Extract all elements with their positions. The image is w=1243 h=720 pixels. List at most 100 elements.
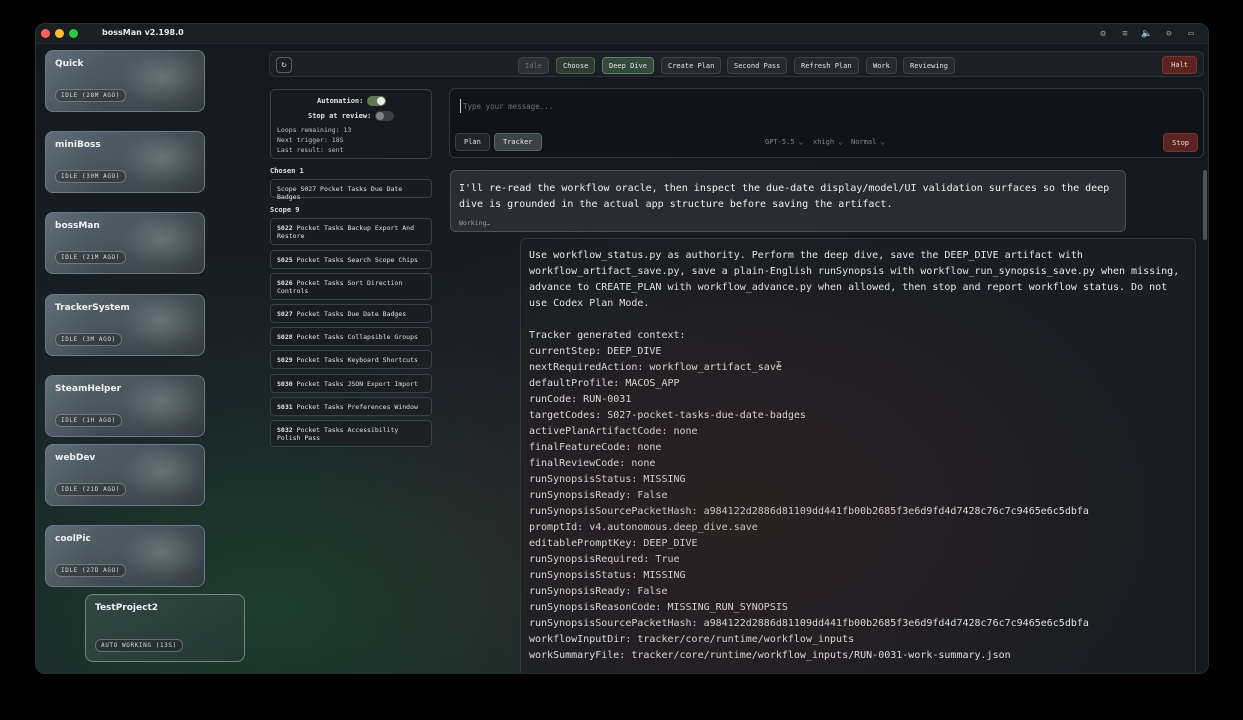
chat-icon[interactable]: ▭	[1184, 27, 1198, 41]
scope-code: S029	[277, 356, 293, 364]
project-card-trackersystem[interactable]: TrackerSystem IDLE (3M AGO)	[45, 294, 205, 356]
automation-toggle[interactable]	[367, 96, 386, 106]
project-status-badge: IDLE (21D AGO)	[55, 483, 126, 496]
project-card-coolpic[interactable]: coolPic IDLE (27D AGO)	[45, 525, 205, 587]
scope-code: S030	[277, 380, 293, 388]
project-status-badge: IDLE (21M AGO)	[55, 251, 126, 264]
scope-code: S027	[277, 310, 293, 318]
scope-code: S025	[277, 256, 293, 264]
project-card-miniboss[interactable]: miniBoss IDLE (30M AGO)	[45, 131, 205, 193]
scope-text: Pocket Tasks Search Scope Chips	[296, 256, 418, 264]
next-trigger: Next trigger: 18S	[277, 136, 344, 144]
project-name: TestProject2	[95, 603, 159, 613]
assistant-message-text: I'll re-read the workflow oracle, then i…	[459, 183, 1110, 210]
scope-code: S032	[277, 426, 293, 434]
effort-select[interactable]: xhigh ⌄	[813, 138, 843, 146]
list-icon[interactable]: ≡	[1118, 27, 1132, 41]
app-window: bossMan v2.198.0 ⚙ ≡ 🔈 ⊖ ▭ Quick IDLE (2…	[35, 23, 1209, 674]
minus-circle-icon[interactable]: ⊖	[1162, 27, 1176, 41]
step-idle-button[interactable]: Idle	[518, 57, 549, 74]
scope-item[interactable]: S025 Pocket Tasks Search Scope Chips	[270, 250, 432, 269]
project-art	[90, 132, 204, 192]
project-card-webdev[interactable]: webDev IDLE (21D AGO)	[45, 444, 205, 506]
project-card-bossman[interactable]: bossMan IDLE (21M AGO)	[45, 212, 205, 274]
user-message: Use workflow_status.py as authority. Per…	[520, 238, 1196, 673]
working-indicator: Working…	[459, 219, 491, 227]
titlebar-icons: ⚙ ≡ 🔈 ⊖ ▭	[1096, 27, 1198, 41]
scope-text: Pocket Tasks Collapsible Groups	[296, 333, 418, 341]
step-refresh-plan-button[interactable]: Refresh Plan	[794, 57, 859, 74]
scope-code: S022	[277, 224, 293, 232]
composer: Plan Tracker GPT-5.5 ⌄ xhigh ⌄ Normal ⌄ …	[449, 88, 1204, 158]
project-art	[90, 213, 204, 273]
project-status-badge: IDLE (3M AGO)	[55, 333, 122, 346]
model-value: GPT-5.5	[765, 138, 795, 146]
project-status-badge: IDLE (28M AGO)	[55, 89, 126, 102]
scope-item[interactable]: S026 Pocket Tasks Sort Direction Control…	[270, 273, 432, 300]
scrollbar-thumb[interactable]	[1203, 170, 1207, 240]
refresh-icon[interactable]: ↻	[276, 57, 292, 73]
message-input[interactable]	[460, 99, 960, 113]
project-name: bossMan	[55, 221, 100, 231]
model-select[interactable]: GPT-5.5 ⌄	[765, 138, 803, 146]
step-choose-button[interactable]: Choose	[556, 57, 596, 74]
speed-select[interactable]: Normal ⌄	[851, 138, 885, 146]
scope-item[interactable]: S031 Pocket Tasks Preferences Window	[270, 397, 432, 416]
scope-item[interactable]: S027 Pocket Tasks Due Date Badges	[270, 304, 432, 323]
project-card-quick[interactable]: Quick IDLE (28M AGO)	[45, 50, 205, 112]
chosen-item[interactable]: Scope S027 Pocket Tasks Due Date Badges	[270, 179, 432, 201]
speed-value: Normal	[851, 138, 877, 146]
project-status-badge: IDLE (27D AGO)	[55, 564, 126, 577]
speaker-icon[interactable]: 🔈	[1140, 27, 1154, 41]
project-status-badge: IDLE (1H AGO)	[55, 414, 122, 427]
scope-code: S031	[277, 403, 293, 411]
workflow-toolbar: ↻ Idle Choose Deep Dive Create Plan Seco…	[269, 51, 1204, 77]
scope-item[interactable]: S032 Pocket Tasks Accessibility Polish P…	[270, 420, 432, 447]
minimize-window-button[interactable]	[55, 29, 64, 38]
tracker-mode-button[interactable]: Tracker	[494, 133, 542, 151]
project-card-steamhelper[interactable]: SteamHelper IDLE (1H AGO)	[45, 375, 205, 437]
project-status-badge: IDLE (30M AGO)	[55, 170, 126, 183]
scope-item[interactable]: S029 Pocket Tasks Keyboard Shortcuts	[270, 350, 432, 369]
scope-text: Pocket Tasks Preferences Window	[296, 403, 418, 411]
project-status-badge: AUTO WORKING (13S)	[95, 639, 183, 652]
gear-icon[interactable]: ⚙	[1096, 27, 1110, 41]
automation-label: Automation:	[317, 97, 364, 105]
step-second-pass-button[interactable]: Second Pass	[727, 57, 788, 74]
step-create-plan-button[interactable]: Create Plan	[661, 57, 722, 74]
halt-button[interactable]: Halt	[1162, 56, 1197, 74]
stop-at-review-toggle[interactable]	[375, 111, 394, 121]
scope-text: Pocket Tasks Accessibility Polish Pass	[277, 426, 399, 442]
step-reviewing-button[interactable]: Reviewing	[903, 57, 955, 74]
project-name: miniBoss	[55, 140, 101, 150]
maximize-window-button[interactable]	[69, 29, 78, 38]
scope-item[interactable]: S030 Pocket Tasks JSON Export Import	[270, 374, 432, 393]
stop-at-review-label: Stop at review:	[308, 112, 372, 120]
step-deep-dive-button[interactable]: Deep Dive	[602, 57, 654, 74]
last-result: Last result: sent	[277, 146, 344, 154]
scope-text: Pocket Tasks Backup Export And Restore	[277, 224, 414, 240]
project-art	[90, 526, 204, 586]
project-art	[90, 445, 204, 505]
app-title: bossMan v2.198.0	[102, 28, 184, 37]
project-name: coolPic	[55, 534, 91, 544]
scope-text: Pocket Tasks Sort Direction Controls	[277, 279, 403, 295]
project-name: webDev	[55, 453, 96, 463]
stop-button[interactable]: Stop	[1163, 133, 1198, 152]
chosen-item-text: Scope S027 Pocket Tasks Due Date Badges	[277, 185, 403, 201]
scope-text: Pocket Tasks JSON Export Import	[296, 380, 418, 388]
plan-mode-button[interactable]: Plan	[455, 133, 490, 151]
scope-item[interactable]: S022 Pocket Tasks Backup Export And Rest…	[270, 218, 432, 245]
loops-remaining: Loops remaining: 13	[277, 126, 352, 134]
scope-item[interactable]: S028 Pocket Tasks Collapsible Groups	[270, 327, 432, 346]
scope-code: S028	[277, 333, 293, 341]
scope-code: S026	[277, 279, 293, 287]
step-work-button[interactable]: Work	[866, 57, 897, 74]
project-name: SteamHelper	[55, 384, 122, 394]
mouse-cursor-icon: ⌶	[776, 360, 782, 370]
close-window-button[interactable]	[41, 29, 50, 38]
project-card-testproject2[interactable]: TestProject2 AUTO WORKING (13S)	[85, 594, 245, 662]
user-message-text: Use workflow_status.py as authority. Per…	[529, 250, 1180, 661]
project-name: Quick	[55, 59, 84, 69]
scope-label: Scope 9	[270, 206, 300, 214]
